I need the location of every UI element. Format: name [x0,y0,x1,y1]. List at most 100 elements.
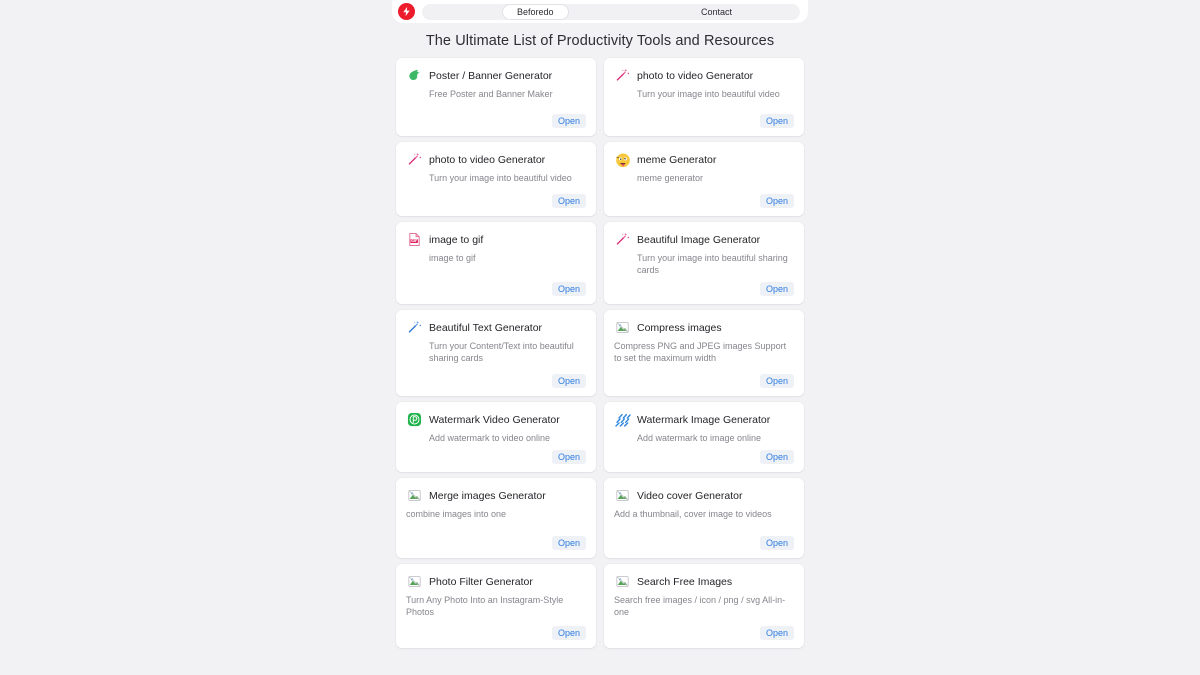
card-footer: Open [406,536,586,550]
tab-beforedo-label: Beforedo [517,6,554,17]
svg-text:GIF: GIF [411,239,417,243]
page-title: The Ultimate List of Productivity Tools … [425,33,775,49]
card-title: photo to video Generator [637,70,754,82]
card-footer: Open [406,194,586,208]
open-button[interactable]: Open [551,282,586,296]
open-button[interactable]: Open [551,626,586,640]
tool-card-watermark-video-generator[interactable]: Watermark Video Generator Add watermark … [396,402,596,472]
card-description: Compress PNG and JPEG images Support to … [614,341,787,363]
card-footer: Open [406,374,586,388]
card-description: Turn Any Photo Into an Instagram-Style P… [406,595,564,617]
card-title: Merge images Generator [429,490,546,502]
card-description: Search free images / icon / png / svg Al… [614,595,786,617]
open-button[interactable]: Open [551,374,586,388]
card-title: image to gif [429,234,484,246]
pink-magic-wand-icon [614,231,631,248]
card-header: Photo Filter Generator [406,575,586,590]
card-description: Add a thumbnail, cover image to videos [614,509,772,519]
tool-card-meme-generator[interactable]: meme Generator meme generator Open [604,142,804,216]
card-description: Turn your image into beautiful video [637,89,780,99]
broken-image-icon [614,487,631,504]
card-footer: Open [406,450,586,464]
grid-row: photo to video Generator Turn your image… [396,142,805,216]
tool-card-watermark-image-generator[interactable]: Watermark Image Generator Add watermark … [604,402,804,472]
card-footer: Open [614,114,794,128]
card-header: Video cover Generator [614,489,794,504]
card-description: Add watermark to image online [637,433,762,443]
card-description: combine images into one [406,509,507,519]
card-title: Poster / Banner Generator [429,70,553,82]
card-footer: Open [614,194,794,208]
pink-magic-wand-icon [406,151,423,168]
card-header: Watermark Video Generator [406,411,586,428]
card-title: Photo Filter Generator [429,576,533,588]
grid-row: GIF image to gif image to gif Open Beaut… [396,222,805,304]
card-title: Watermark Video Generator [429,414,560,426]
browser-toolbar: Beforedo Contact [392,0,808,23]
open-button[interactable]: Open [759,374,794,388]
card-footer: Open [406,282,586,296]
card-description: Turn your image into beautiful video [429,173,572,183]
green-p-badge-icon [406,411,423,428]
tool-card-merge-images-generator[interactable]: Merge images Generator combine images in… [396,478,596,558]
grid-row: Watermark Video Generator Add watermark … [396,402,805,472]
open-button[interactable]: Open [759,194,794,208]
open-button[interactable]: Open [759,282,794,296]
lightning-bolt-icon[interactable] [398,3,415,20]
grid-row: Beautiful Text Generator Turn your Conte… [396,310,805,396]
nav-link-contact[interactable]: Contact [701,4,732,20]
card-footer: Open [614,626,794,640]
tool-card-image-to-gif[interactable]: GIF image to gif image to gif Open [396,222,596,304]
tool-card-beautiful-image-generator[interactable]: Beautiful Image Generator Turn your imag… [604,222,804,304]
tool-card-compress-images[interactable]: Compress images Compress PNG and JPEG im… [604,310,804,396]
card-title: Watermark Image Generator [637,414,771,426]
open-button[interactable]: Open [759,114,794,128]
card-description: Turn your Content/Text into beautiful sh… [429,341,574,363]
tool-card-photo-filter-generator[interactable]: Photo Filter Generator Turn Any Photo In… [396,564,596,648]
gif-file-icon: GIF [406,231,423,248]
card-header: GIF image to gif [406,233,586,248]
open-button[interactable]: Open [759,536,794,550]
tools-grid: Poster / Banner Generator Free Poster an… [396,58,805,654]
card-description: Turn your image into beautiful sharing c… [637,253,788,275]
open-button[interactable]: Open [551,194,586,208]
card-header: Beautiful Image Generator [614,231,794,248]
tool-card-poster-banner-generator[interactable]: Poster / Banner Generator Free Poster an… [396,58,596,136]
card-footer: Open [614,536,794,550]
broken-image-icon [406,487,423,504]
tool-card-video-cover-generator[interactable]: Video cover Generator Add a thumbnail, c… [604,478,804,558]
open-button[interactable]: Open [551,536,586,550]
card-header: Watermark Image Generator [614,413,794,428]
card-description: meme generator [637,173,704,183]
card-header: Compress images [614,321,794,336]
tabstrip: Beforedo Contact [422,3,800,20]
card-title: Search Free Images [637,576,733,588]
tool-card-beautiful-text-generator[interactable]: Beautiful Text Generator Turn your Conte… [396,310,596,396]
broken-image-icon [614,319,631,336]
open-button[interactable]: Open [759,450,794,464]
tab-beforedo[interactable]: Beforedo [502,3,569,20]
blue-diagonal-stripes-icon [614,411,631,428]
open-button[interactable]: Open [551,114,586,128]
open-button[interactable]: Open [551,450,586,464]
card-header: Poster / Banner Generator [406,69,586,84]
card-description: image to gif [429,253,476,263]
tool-card-photo-to-video-generator-2[interactable]: photo to video Generator Turn your image… [396,142,596,216]
card-footer: Open [614,282,794,296]
broken-image-icon [614,573,631,590]
card-header: photo to video Generator [614,68,794,84]
card-footer: Open [614,374,794,388]
tool-card-photo-to-video-generator[interactable]: photo to video Generator Turn your image… [604,58,804,136]
card-header: Search Free Images [614,575,794,590]
broken-image-icon [406,573,423,590]
card-title: Beautiful Image Generator [637,234,761,246]
grid-row: Poster / Banner Generator Free Poster an… [396,58,805,136]
card-title: Video cover Generator [637,490,743,502]
card-description: Free Poster and Banner Maker [429,89,553,99]
tool-card-search-free-images[interactable]: Search Free Images Search free images / … [604,564,804,648]
card-header: photo to video Generator [406,151,586,168]
blue-magic-wand-icon [406,319,423,336]
zany-face-emoji-icon [614,151,631,168]
card-title: photo to video Generator [429,154,546,166]
open-button[interactable]: Open [759,626,794,640]
